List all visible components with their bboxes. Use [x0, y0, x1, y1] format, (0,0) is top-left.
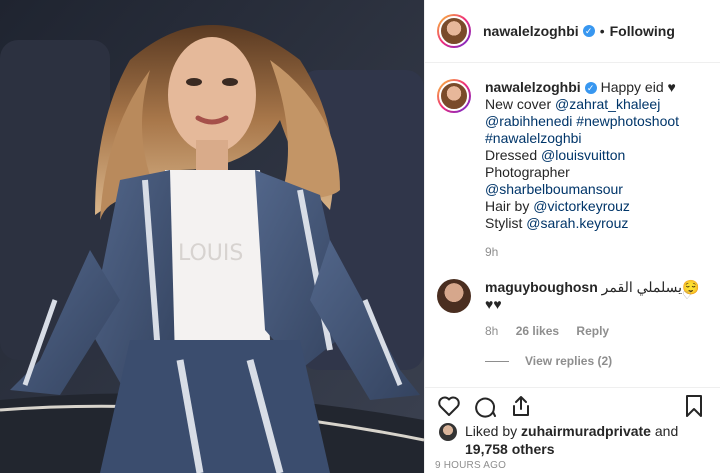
mention-link[interactable]: @sarah.keyrouz	[526, 215, 628, 231]
post-side-panel: nawalelzoghbi ✓ • Following nawalelzoghb…	[424, 0, 720, 473]
comment-like-heart-icon[interactable]: ♡	[682, 289, 692, 302]
commenter-avatar[interactable]	[437, 279, 471, 313]
post-timestamp[interactable]: 9 HOURS AGO	[435, 460, 506, 471]
view-replies-button[interactable]: View replies (2)	[485, 354, 708, 368]
likes-prefix: Liked by	[465, 423, 518, 439]
caption-avatar[interactable]	[437, 79, 471, 113]
view-replies-line	[485, 360, 509, 362]
instagram-post: LOUIS nawalelzoghbi ✓ • Following nawale…	[0, 0, 720, 473]
svg-text:LOUIS: LOUIS	[178, 241, 243, 266]
following-button[interactable]: Following	[610, 23, 675, 39]
share-icon[interactable]	[509, 394, 533, 418]
commenter-username[interactable]: maguyboughosn	[485, 279, 598, 295]
caption-text: Happy eid ♥	[600, 79, 676, 95]
comment-time[interactable]: 8h	[485, 324, 498, 338]
likes-summary: Liked by zuhairmuradprivate and 19,758 o…	[439, 422, 712, 458]
caption-hair: Hair by	[485, 198, 530, 214]
action-bar	[425, 387, 720, 423]
likes-others[interactable]: 19,758 others	[465, 441, 555, 457]
comment-likes[interactable]: 26 likes	[516, 324, 559, 338]
caption-stylist: Stylist	[485, 215, 523, 231]
verified-badge-icon: ✓	[584, 82, 597, 95]
reply-button[interactable]: Reply	[576, 324, 609, 338]
separator-dot: •	[599, 23, 605, 39]
liker-avatar[interactable]	[439, 423, 457, 441]
bookmark-icon[interactable]	[682, 394, 706, 418]
mention-link[interactable]: @rabihhenedi	[485, 113, 572, 129]
hashtag-link[interactable]: #nawalelzoghbi	[485, 130, 582, 146]
mention-link[interactable]: @sharbelboumansour	[485, 181, 623, 197]
comment-item: maguyboughosn يسلملي القمر😌 ♥♥ 8h 26 lik…	[437, 279, 708, 340]
post-header: nawalelzoghbi ✓ • Following	[425, 0, 720, 63]
caption-new-cover: New cover	[485, 96, 552, 112]
post-photo-illustration: LOUIS	[0, 0, 424, 473]
comment-icon[interactable]	[473, 394, 497, 418]
likes-and: and	[654, 423, 679, 439]
mention-link[interactable]: @zahrat_khaleej	[555, 96, 660, 112]
comment-text-line2: ♥♥	[485, 296, 502, 312]
post-photo[interactable]: LOUIS	[0, 0, 424, 473]
view-replies-label: View replies (2)	[525, 354, 613, 368]
mention-link[interactable]: @louisvuitton	[541, 147, 625, 163]
verified-badge-icon: ✓	[582, 25, 595, 37]
author-username[interactable]: nawalelzoghbi	[483, 23, 579, 39]
caption: nawalelzoghbi ✓ Happy eid ♥ New cover @za…	[437, 79, 708, 261]
liker-username[interactable]: zuhairmuradprivate	[521, 423, 651, 439]
hashtag-link[interactable]: #newphotoshoot	[576, 113, 679, 129]
caption-dressed: Dressed	[485, 147, 538, 163]
caption-photographer: Photographer	[485, 164, 570, 180]
author-avatar[interactable]	[437, 14, 471, 48]
mention-link[interactable]: @victorkeyrouz	[533, 198, 630, 214]
heart-icon[interactable]	[437, 394, 461, 418]
caption-username[interactable]: nawalelzoghbi	[485, 79, 581, 95]
comments-list[interactable]: nawalelzoghbi ✓ Happy eid ♥ New cover @za…	[425, 63, 720, 387]
caption-time[interactable]: 9h	[485, 245, 498, 259]
